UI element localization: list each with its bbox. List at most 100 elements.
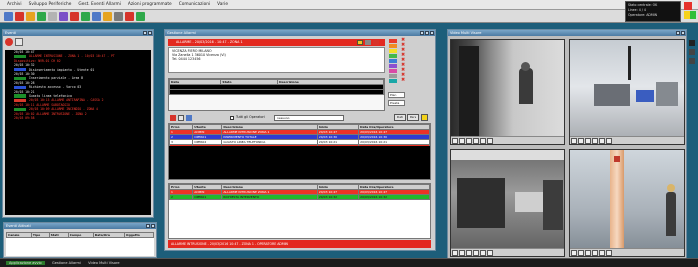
operator-select[interactable]: nessuno	[274, 115, 344, 121]
pause-icon[interactable]	[459, 138, 465, 144]
phone-icon[interactable]	[365, 40, 371, 45]
active-events-titlebar[interactable]: Eventi Attivati	[4, 223, 156, 229]
toolbar-icon[interactable]	[81, 12, 90, 21]
pause-icon[interactable]	[578, 250, 584, 256]
toolbar-icon[interactable]	[103, 12, 112, 21]
menu-item[interactable]: Varie	[217, 2, 228, 7]
filter-icon[interactable]	[421, 114, 428, 121]
stop-icon[interactable]	[5, 38, 13, 46]
column-header[interactable]: Campo	[67, 232, 94, 238]
minimize-icon[interactable]	[146, 224, 150, 228]
delete-icon[interactable]: ✖	[401, 78, 405, 83]
close-icon[interactable]	[681, 31, 685, 35]
play-icon[interactable]	[452, 138, 458, 144]
priority-color-swatch[interactable]	[389, 74, 397, 78]
minimize-icon[interactable]	[676, 31, 680, 35]
print-icon[interactable]	[178, 115, 184, 121]
snapshot-icon[interactable]	[599, 250, 605, 256]
record-icon[interactable]	[466, 138, 472, 144]
zoom-icon[interactable]	[592, 138, 598, 144]
toolbar-icon[interactable]	[70, 12, 79, 21]
play-icon[interactable]	[452, 250, 458, 256]
zoom-icon[interactable]	[473, 250, 479, 256]
toolbar-icon[interactable]	[114, 12, 123, 21]
settings-icon[interactable]	[606, 250, 612, 256]
column-header[interactable]: Canale	[6, 232, 32, 238]
alert-icon[interactable]	[170, 115, 176, 121]
alarm-window-titlebar[interactable]: Gestione Allarmi	[165, 30, 435, 36]
close-icon[interactable]	[430, 31, 434, 35]
toolbar-icon[interactable]	[125, 12, 134, 21]
camera-feed-4[interactable]	[569, 149, 685, 257]
record-icon[interactable]	[585, 250, 591, 256]
events-window-titlebar[interactable]: Eventi	[3, 30, 153, 36]
record-icon[interactable]	[585, 138, 591, 144]
priority-color-swatch[interactable]	[389, 49, 397, 53]
priority-color-swatch[interactable]	[389, 64, 397, 68]
tool-icon[interactable]	[689, 58, 695, 64]
toolbar-icon[interactable]	[37, 12, 46, 21]
play-icon[interactable]	[571, 138, 577, 144]
menu-item[interactable]: Sviluppo Periferiche	[29, 2, 72, 7]
camera-feed-3[interactable]	[450, 149, 565, 257]
refresh-icon[interactable]	[15, 38, 24, 46]
settings-icon[interactable]	[606, 138, 612, 144]
menu-item[interactable]: Archivi	[7, 2, 22, 7]
toolbar-icon[interactable]	[4, 12, 13, 21]
toolbar-icon[interactable]	[15, 12, 24, 21]
column-header[interactable]: Data/Ora	[92, 232, 126, 238]
presta-field[interactable]: Presta	[388, 100, 405, 106]
taskbar-item[interactable]: Gestione Allarmi	[52, 261, 81, 265]
toolbar-icon[interactable]	[136, 12, 145, 21]
bell-icon[interactable]	[357, 40, 363, 45]
snapshot-icon[interactable]	[480, 138, 486, 144]
tool-icon[interactable]	[689, 49, 695, 55]
snapshot-icon[interactable]	[480, 250, 486, 256]
priority-color-swatch[interactable]	[389, 79, 397, 83]
pers-button[interactable]: Pers	[407, 114, 419, 121]
video-window-titlebar[interactable]: Video Multi Visore	[448, 30, 686, 36]
info-icon[interactable]	[186, 115, 192, 121]
play-icon[interactable]	[571, 250, 577, 256]
column-header[interactable]: Stati	[48, 232, 69, 238]
toolbar-icon[interactable]	[48, 12, 57, 21]
menu-item[interactable]: Comunicazioni	[179, 2, 210, 7]
toolbar-icon[interactable]	[59, 12, 68, 21]
priority-color-swatch[interactable]	[389, 39, 397, 43]
pause-icon[interactable]	[578, 138, 584, 144]
column-header[interactable]: Tipo	[30, 232, 50, 238]
record-icon[interactable]	[466, 250, 472, 256]
zoom-icon[interactable]	[473, 138, 479, 144]
toolbar-icon[interactable]	[26, 12, 35, 21]
zoom-icon[interactable]	[592, 250, 598, 256]
close-icon[interactable]	[151, 224, 155, 228]
data-button[interactable]: Dati	[394, 114, 406, 121]
pause-icon[interactable]	[459, 250, 465, 256]
start-button[interactable]: Applicazione avvio	[6, 261, 45, 265]
snapshot-icon[interactable]	[599, 138, 605, 144]
settings-icon[interactable]	[487, 250, 493, 256]
tool-icon[interactable]	[689, 40, 695, 46]
all-operators-checkbox[interactable]	[230, 116, 234, 120]
table-row[interactable]: 2 OPER01 RICHIESTA INTERVENTO 20/03 10:32 20…	[168, 194, 430, 200]
toolbar-icon[interactable]	[92, 12, 101, 21]
plan-field[interactable]: Plan	[388, 92, 405, 98]
priority-color-swatch[interactable]	[389, 44, 397, 48]
priority-color-swatch[interactable]	[389, 69, 397, 73]
column-header[interactable]: Oggetto	[124, 232, 154, 238]
settings-icon[interactable]	[487, 138, 493, 144]
menu-item[interactable]: Gest. Eventi Allarmi	[78, 2, 121, 7]
taskbar-item[interactable]: Video Multi Visore	[88, 261, 119, 265]
minimize-icon[interactable]	[143, 31, 147, 35]
camera-feed-1[interactable]	[450, 39, 565, 145]
priority-color-swatch[interactable]	[389, 59, 397, 63]
menu-item[interactable]: Azioni programmate	[128, 2, 172, 7]
notes-row[interactable]	[169, 89, 384, 95]
close-alarm-icon[interactable]	[373, 40, 379, 45]
priority-color-swatch[interactable]	[389, 54, 397, 58]
camera-feed-2[interactable]	[569, 39, 685, 145]
maximize-icon[interactable]	[425, 31, 429, 35]
log-line[interactable]: 20/03 09:58	[5, 116, 151, 120]
minimize-icon[interactable]	[420, 31, 424, 35]
close-icon[interactable]	[148, 31, 152, 35]
